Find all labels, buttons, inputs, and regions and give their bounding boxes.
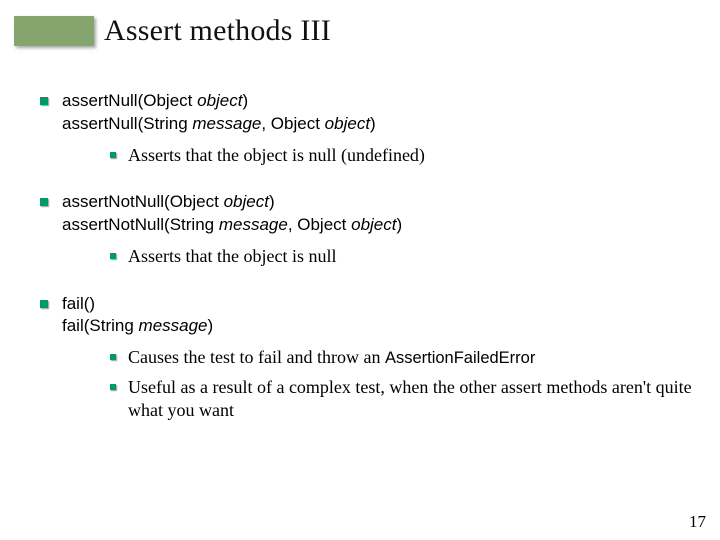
bullet-list: assertNull(Object object) assertNull(Str… [40, 90, 692, 423]
square-bullet-icon [110, 152, 116, 158]
text-frag: assertNotNull(Object [62, 192, 224, 211]
item-heading: assertNull(Object object) assertNull(Str… [62, 90, 376, 136]
sub-text: Asserts that the object is null (undefin… [128, 144, 425, 167]
square-bullet-icon [40, 97, 48, 105]
text-frag: ) [269, 192, 275, 211]
slide-body: assertNull(Object object) assertNull(Str… [40, 90, 692, 447]
text-frag: ) [370, 114, 376, 133]
text-frag: assertNull(String [62, 114, 192, 133]
sub-list-item: Asserts that the object is null [110, 245, 692, 268]
text-frag: assertNotNull(String [62, 215, 219, 234]
sub-text: Causes the test to fail and throw an Ass… [128, 346, 535, 369]
sub-list-item: Asserts that the object is null (undefin… [110, 144, 692, 167]
text-frag: , Object [261, 114, 324, 133]
text-frag: assertNull(Object [62, 91, 197, 110]
title-bar: Assert methods III [14, 14, 331, 48]
text-frag-code: AssertionFailedError [385, 349, 535, 367]
text-frag: ) [242, 91, 248, 110]
text-frag-italic: object [351, 215, 396, 234]
square-bullet-icon [110, 253, 116, 259]
text-frag-italic: message [192, 114, 261, 133]
page-number: 17 [689, 512, 706, 532]
square-bullet-icon [40, 198, 48, 206]
text-frag: ) [397, 215, 403, 234]
sub-list-item: Causes the test to fail and throw an Ass… [110, 346, 692, 369]
sub-list: Asserts that the object is null [40, 245, 692, 268]
text-frag: Causes the test to fail and throw an [128, 347, 385, 367]
title-decor-block [14, 16, 94, 46]
text-frag-italic: object [197, 91, 242, 110]
sub-text: Asserts that the object is null [128, 245, 336, 268]
text-frag-italic: object [224, 192, 269, 211]
text-frag: fail(String [62, 316, 139, 335]
text-frag: ) [208, 316, 214, 335]
list-item: assertNull(Object object) assertNull(Str… [40, 90, 692, 167]
square-bullet-icon [110, 384, 116, 390]
text-frag-italic: message [139, 316, 208, 335]
sub-list: Asserts that the object is null (undefin… [40, 144, 692, 167]
text-frag: , Object [288, 215, 351, 234]
sub-list-item: Useful as a result of a complex test, wh… [110, 376, 692, 423]
slide: Assert methods III assertNull(Object obj… [0, 0, 720, 540]
item-heading: assertNotNull(Object object) assertNotNu… [62, 191, 402, 237]
text-frag-italic: message [219, 215, 288, 234]
item-heading: fail() fail(String message) [62, 293, 213, 339]
square-bullet-icon [40, 300, 48, 308]
slide-title: Assert methods III [104, 14, 331, 48]
list-item: assertNotNull(Object object) assertNotNu… [40, 191, 692, 268]
list-item: fail() fail(String message) Causes the t… [40, 293, 692, 423]
text-frag: fail() [62, 294, 95, 313]
sub-list: Causes the test to fail and throw an Ass… [40, 346, 692, 422]
square-bullet-icon [110, 354, 116, 360]
sub-text: Useful as a result of a complex test, wh… [128, 376, 692, 423]
text-frag-italic: object [325, 114, 370, 133]
